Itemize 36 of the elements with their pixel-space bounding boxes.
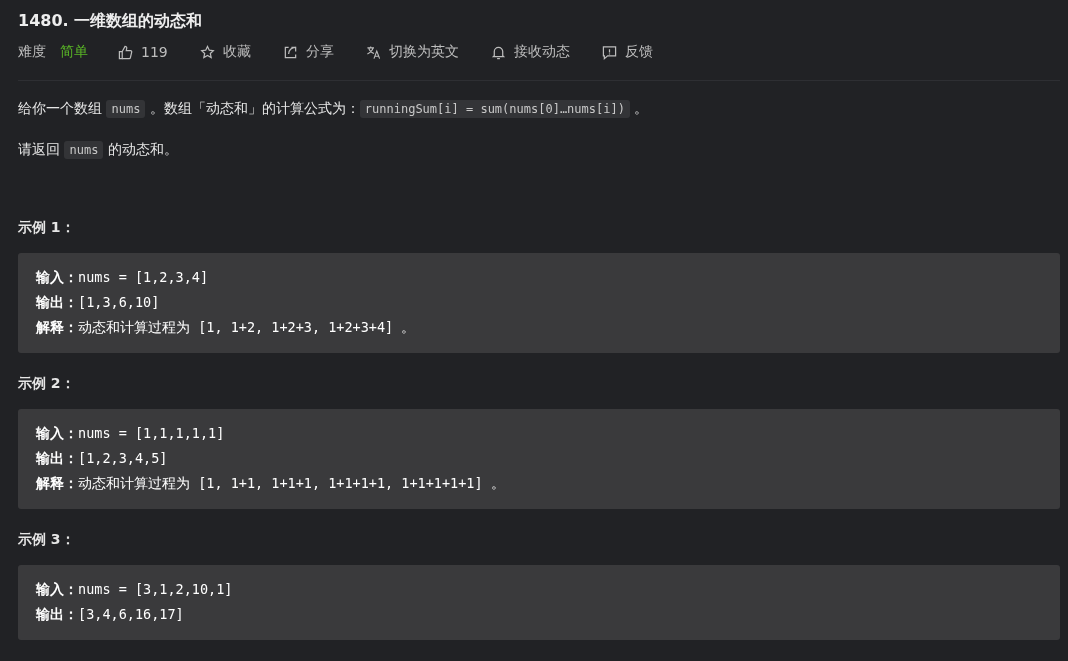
- translate-icon: [365, 44, 381, 60]
- star-icon: [199, 44, 215, 60]
- example-line-label: 解释：: [36, 475, 78, 491]
- example-line-value: nums = [3,1,2,10,1]: [78, 581, 233, 597]
- example-line-value: 动态和计算过程为 [1, 1+1, 1+1+1, 1+1+1+1, 1+1+1+1+1] 。: [78, 475, 505, 491]
- thumbs-up-icon: [118, 44, 133, 60]
- example-line-label: 输入：: [36, 425, 78, 441]
- subscribe-button[interactable]: 接收动态: [490, 43, 570, 61]
- example-line-label: 输入：: [36, 269, 78, 285]
- example-line-value: [1,3,6,10]: [78, 294, 160, 310]
- feedback-button[interactable]: 反馈: [601, 43, 653, 61]
- bell-icon: [490, 44, 506, 60]
- example-heading: 示例 1：: [18, 218, 76, 237]
- example-line-label: 输入：: [36, 581, 78, 597]
- example-line-label: 输出：: [36, 450, 78, 466]
- example-line-value: 动态和计算过程为 [1, 1+2, 1+2+3, 1+2+3+4] 。: [78, 319, 416, 335]
- favorite-button[interactable]: 收藏: [199, 43, 251, 61]
- example-heading: 示例 2：: [18, 374, 76, 393]
- example-heading: 示例 3：: [18, 530, 76, 549]
- difficulty-value: 简单: [60, 43, 88, 61]
- example-line-label: 输出：: [36, 606, 78, 622]
- example-line-value: nums = [1,1,1,1,1]: [78, 425, 225, 441]
- example-line-value: [3,4,6,16,17]: [78, 606, 184, 622]
- like-button[interactable]: 119: [118, 44, 168, 60]
- example-line-label: 输出：: [36, 294, 78, 310]
- difficulty-label: 难度: [18, 43, 46, 61]
- feedback-icon: [601, 44, 617, 60]
- description-paragraph: 给你一个数组 nums 。数组「动态和」的计算公式为： runningSum[i] = sum(nums[0]…nums[i]) 。: [18, 99, 650, 120]
- translate-button[interactable]: 切换为英文: [365, 43, 459, 61]
- share-button[interactable]: 分享: [282, 43, 334, 61]
- example-line-label: 解释：: [36, 319, 78, 335]
- example-line-value: nums = [1,2,3,4]: [78, 269, 209, 285]
- description-paragraph: 请返回 nums 的动态和。: [18, 140, 179, 161]
- example-line-value: [1,2,3,4,5]: [78, 450, 168, 466]
- share-icon: [282, 44, 298, 60]
- problem-title: 1480. 一维数组的动态和: [18, 10, 204, 32]
